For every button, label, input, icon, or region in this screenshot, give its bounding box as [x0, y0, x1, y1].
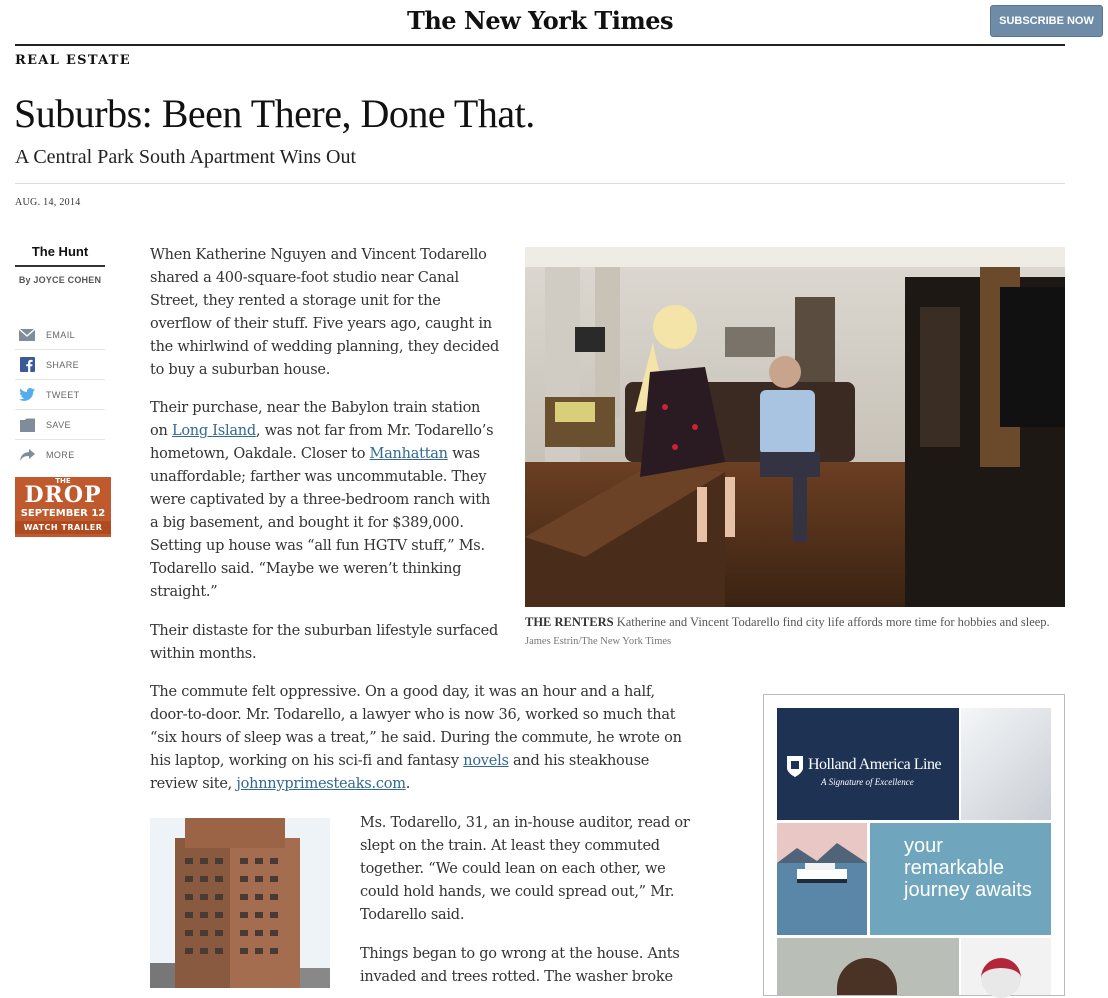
p2-text-c: was unaffordable; farther was uncommutab… — [150, 446, 491, 600]
share-facebook[interactable]: SHARE — [15, 350, 105, 380]
share-facebook-label: SHARE — [46, 359, 80, 370]
share-twitter[interactable]: TWEET — [15, 380, 105, 410]
photo-credit: James Estrin/The New York Times — [525, 636, 672, 647]
save-article[interactable]: SAVE — [15, 410, 105, 440]
promo-cta: WATCH TRAILER — [15, 521, 111, 534]
paragraph-2: Their purchase, near the Babylon train s… — [150, 397, 500, 604]
novels-link[interactable]: novels — [463, 753, 509, 769]
paragraph-1: When Katherine Nguyen and Vincent Todare… — [150, 247, 500, 378]
more-share-options[interactable]: MORE — [15, 440, 105, 469]
article-headline: Suburbs: Been There, Done That. — [14, 91, 535, 136]
ad-ship-photo — [777, 823, 867, 935]
manhattan-link[interactable]: Manhattan — [370, 446, 448, 462]
masthead-rule — [15, 44, 1065, 46]
holland-america-ad[interactable]: Holland America Line A Signature of Exce… — [763, 694, 1065, 998]
long-island-link[interactable]: Long Island — [172, 423, 256, 439]
article-subheadline: A Central Park South Apartment Wins Out — [15, 146, 357, 168]
caption-text: Katherine and Vincent Todarello find cit… — [613, 615, 1050, 629]
share-arrow-icon — [19, 447, 35, 463]
byline: By JOYCE COHEN — [18, 275, 102, 285]
nyt-logo[interactable]: The New York Times — [0, 6, 1080, 35]
share-email-label: EMAIL — [46, 329, 76, 340]
ad-brand: Holland America Line — [808, 756, 942, 773]
building-photo[interactable] — [150, 818, 330, 988]
ad-tagline: A Signature of Excellence — [821, 777, 914, 787]
save-folder-icon — [19, 417, 35, 433]
caption-lead: THE RENTERS — [525, 615, 614, 629]
section-label[interactable]: REAL ESTATE — [15, 53, 131, 68]
share-email[interactable]: EMAIL — [15, 320, 105, 350]
masthead: The New York Times SUBSCRIBE NOW — [0, 0, 1108, 46]
article-date: AUG. 14, 2014 — [15, 197, 81, 208]
renters-photo[interactable] — [525, 247, 1065, 607]
header-divider — [15, 183, 1065, 184]
more-label: MORE — [46, 449, 75, 460]
paragraph-3: Their distaste for the suburban lifestyl… — [150, 623, 498, 662]
column-divider — [15, 265, 105, 267]
ad-brand-panel: Holland America Line A Signature of Exce… — [777, 708, 959, 820]
promo-date: SEPTEMBER 12 — [20, 508, 106, 519]
paragraph-5: Ms. Todarello, 31, an in-house auditor, … — [360, 815, 690, 923]
ad-gray-tile — [961, 708, 1051, 820]
photo-caption: THE RENTERS Katherine and Vincent Todare… — [525, 613, 1065, 651]
p4-text-c: . — [405, 776, 411, 792]
ad-headline-panel: your remarkable journey awaits — [870, 823, 1051, 935]
subscribe-button[interactable]: SUBSCRIBE NOW — [990, 5, 1103, 37]
save-label: SAVE — [46, 419, 71, 430]
facebook-icon — [19, 357, 35, 373]
the-drop-trailer-promo[interactable]: THE DROP SEPTEMBER 12 WATCH TRAILER — [15, 477, 111, 537]
ad-headline: your remarkable journey awaits — [904, 835, 1032, 901]
johnnyprimesteaks-link[interactable]: johnnyprimesteaks.com — [236, 776, 406, 792]
ad-couple-photo — [777, 938, 959, 995]
promo-title: DROP — [24, 482, 102, 508]
holland-america-crest-icon — [787, 756, 803, 777]
paragraph-4: The commute felt oppressive. On a good d… — [150, 681, 695, 796]
ad-dessert-photo — [961, 938, 1051, 998]
share-twitter-label: TWEET — [46, 389, 80, 400]
twitter-icon — [19, 387, 35, 403]
column-name[interactable]: The Hunt — [15, 244, 105, 259]
email-icon — [19, 327, 35, 343]
paragraph-6: Things began to go wrong at the house. A… — [360, 946, 680, 985]
